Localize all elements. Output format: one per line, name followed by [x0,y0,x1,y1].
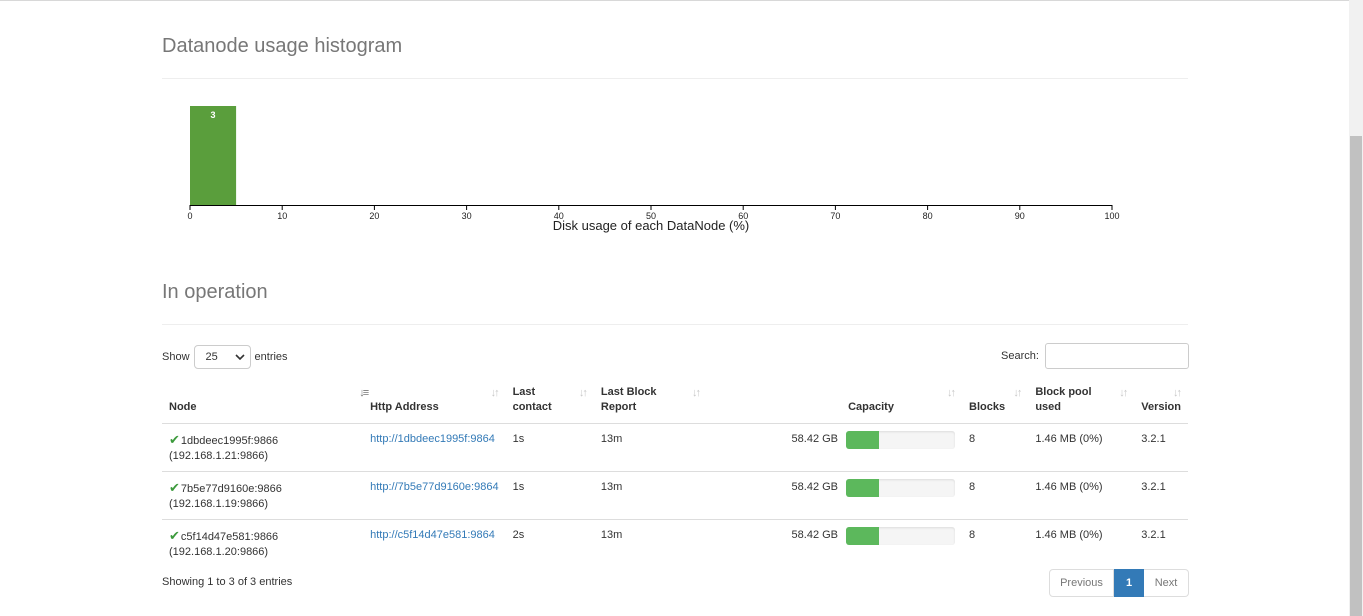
capacity-value: 58.42 GB [791,481,839,493]
sort-icon: ↓↑ [947,387,956,399]
top-border [0,0,1349,1]
histogram-title: Datanode usage histogram [162,35,403,57]
node-cell: ✔1dbdeec1995f:9866 (192.168.1.21:9866) [162,423,364,472]
check-icon: ✔ [169,432,180,447]
x-tick-label: 10 [277,211,287,221]
page-scrollbar[interactable] [1349,0,1363,616]
check-icon: ✔ [169,480,180,495]
x-tick-label: 100 [1104,211,1119,221]
table-row: ✔c5f14d47e581:9866 (192.168.1.20:9866) ht… [162,520,1188,568]
table-row: ✔1dbdeec1995f:9866 (192.168.1.21:9866) ht… [162,423,1188,472]
capacity-bar [846,479,956,497]
sort-icon: ↓↑ [1173,387,1182,399]
page-size-control: Show 25 entries [162,344,288,370]
page-size-value: 25 [205,351,218,363]
column-header-version[interactable]: Version ↓↑ [1134,381,1188,424]
http-cell: http://7b5e77d9160e:9864 [363,471,506,520]
column-header-block-pool-used[interactable]: Block pool used ↓↑ [1028,381,1135,424]
column-header-http-address[interactable]: Http Address ↓↑ [363,381,506,424]
version-cell: 3.2.1 [1134,423,1188,472]
x-tick-label: 0 [187,211,192,221]
usage-histogram: 3 0 10 20 30 40 50 60 70 80 90 100 Disk usage of eac… [160,90,1150,240]
node-name: 7b5e77d9160e:9866 [180,483,282,495]
table-info: Showing 1 to 3 of 3 entries [162,576,293,588]
datanode-table: Node ↓≡ Http Address ↓↑ Last contact ↓↑ Las… [162,381,1188,567]
divider [162,324,1188,325]
x-tick-label: 30 [462,211,472,221]
last-contact-cell: 2s [512,529,525,541]
x-axis-label: Disk usage of each DataNode (%) [553,218,750,233]
sort-icon: ↓↑ [578,387,588,399]
node-ip: (192.168.1.20:9866) [169,546,269,558]
search-input[interactable] [1044,343,1189,369]
sort-icon: ↓↑ [1013,387,1022,399]
capacity-bar-fill [846,479,879,497]
previous-button[interactable]: Previous [1049,569,1114,597]
x-tick-label: 20 [369,211,379,221]
column-header-last-block-report[interactable]: Last Block Report ↓↑ [593,381,707,424]
next-button[interactable]: Next [1144,569,1189,597]
node-ip: (192.168.1.19:9866) [169,498,269,510]
operation-title: In operation [162,281,268,303]
check-icon: ✔ [169,528,180,543]
table-header-row: Node ↓≡ Http Address ↓↑ Last contact ↓↑ Las… [162,381,1188,424]
block-pool-used-cell: 1.46 MB (0%) [1028,423,1135,472]
last-contact-cell: 1s [505,471,594,520]
block-pool-used-cell: 1.46 MB (0%) [1035,529,1103,541]
x-tick-label: 70 [830,211,840,221]
show-label: Show [162,351,190,363]
column-header-capacity[interactable]: Capacity ↓↑ [707,381,963,424]
blocks-cell: 8 [969,529,976,541]
column-header-last-contact[interactable]: Last contact ↓↑ [505,381,594,424]
capacity-bar-fill [846,527,879,545]
http-cell: http://c5f14d47e581:9864 [363,520,505,568]
capacity-bar-fill [846,431,879,449]
pagination: Previous 1 Next [1049,569,1189,597]
version-cell: 3.2.1 [1141,529,1166,541]
http-address-link[interactable]: http://7b5e77d9160e:9864 [370,481,498,493]
http-address-link[interactable]: http://1dbdeec1995f:9864 [370,433,495,445]
node-name: 1dbdeec1995f:9866 [180,435,279,447]
sort-icon: ↓↑ [490,387,500,399]
last-block-report-cell: 13m [593,423,707,472]
version-cell: 3.2.1 [1134,471,1188,520]
search-control: Search: [1001,343,1189,369]
column-header-blocks[interactable]: Blocks ↓↑ [962,381,1029,424]
node-cell: ✔c5f14d47e581:9866 (192.168.1.20:9866) [162,520,363,568]
scrollbar-thumb[interactable] [1350,136,1362,616]
capacity-value: 58.42 GB [791,433,839,445]
chevron-down-icon [234,354,245,360]
http-cell: http://1dbdeec1995f:9864 [363,423,506,472]
capacity-bar [846,431,956,449]
last-block-report-cell: 13m [593,471,707,520]
sort-icon: ↓↑ [692,387,701,399]
node-name: c5f14d47e581:9866 [180,531,279,543]
blocks-cell: 8 [962,471,1029,520]
page-1-button[interactable]: 1 [1114,569,1144,597]
x-tick-label: 90 [1015,211,1025,221]
histogram-bar-label: 3 [211,110,216,120]
histogram-bar [190,106,237,205]
page-size-select[interactable]: 25 [193,345,251,369]
capacity-bar [846,527,956,545]
blocks-cell: 8 [962,423,1029,472]
last-block-report-cell: 13m [600,529,623,541]
capacity-cell: 58.42 GB [707,471,963,520]
x-tick-label: 80 [923,211,933,221]
divider [162,78,1188,79]
capacity-cell: 58.42 GB [707,423,963,472]
last-contact-cell: 1s [505,423,594,472]
search-label: Search: [1001,350,1039,362]
capacity-cell: 58.42 GB [707,520,962,568]
entries-label: entries [254,351,288,363]
http-address-link[interactable]: http://c5f14d47e581:9864 [370,529,495,541]
column-header-node[interactable]: Node ↓≡ [162,381,369,424]
sort-icon: ↓↑ [1119,387,1128,399]
node-cell: ✔7b5e77d9160e:9866 (192.168.1.19:9866) [162,471,364,520]
node-ip: (192.168.1.21:9866) [169,450,269,462]
table-row: ✔7b5e77d9160e:9866 (192.168.1.19:9866) ht… [162,471,1188,520]
block-pool-used-cell: 1.46 MB (0%) [1028,471,1135,520]
histogram-chart: 30 10 20 30 40 50 60 70 80 90 100Disk usage of eac… [187,106,1120,233]
capacity-value: 58.42 GB [791,529,839,541]
